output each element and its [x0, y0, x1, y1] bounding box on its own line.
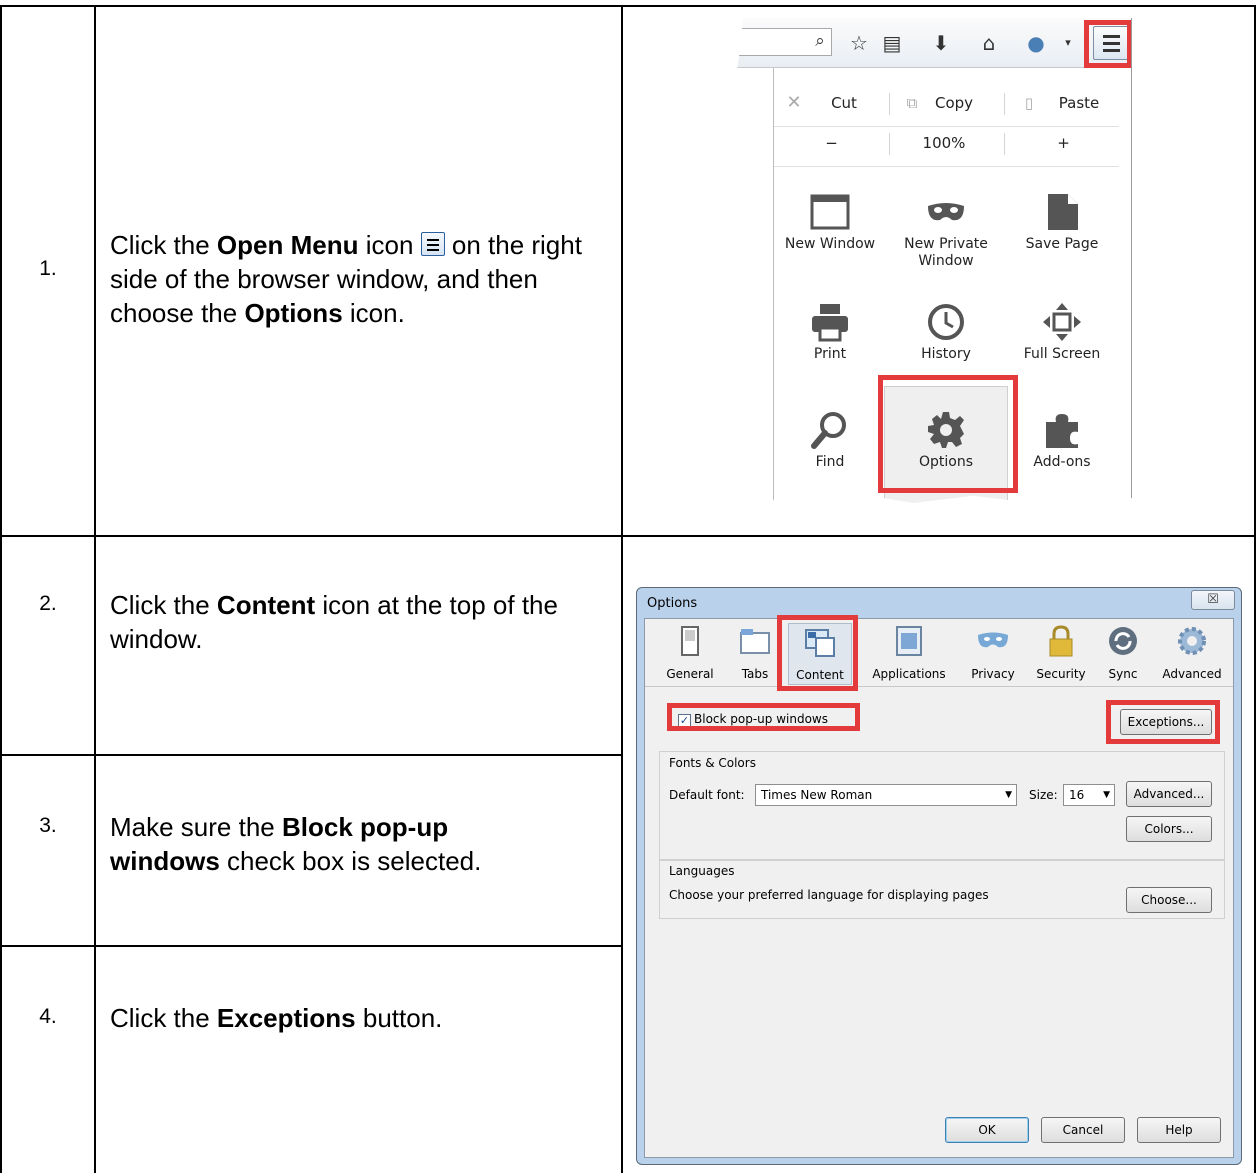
- menu-icon: [420, 232, 445, 256]
- firefox-menu-screenshot: ⌕ ☆ ▤ ⬇ ⌂ ● ▾ ✕ Cut ⧉ Copy ▯ Paste − 100…: [735, 18, 1132, 503]
- step-number: 4.: [39, 1005, 57, 1028]
- toolbar: ⌕ ☆ ▤ ⬇ ⌂ ● ▾: [735, 18, 1131, 68]
- print-button[interactable]: Print: [772, 296, 888, 396]
- close-button[interactable]: ☒: [1191, 590, 1235, 610]
- magnifier-icon: [811, 412, 846, 449]
- size-label: Size:: [1029, 788, 1058, 802]
- paste-button[interactable]: Paste: [1044, 83, 1114, 123]
- mask-icon: [928, 203, 964, 221]
- languages-description: Choose your preferred language for displ…: [669, 888, 989, 902]
- default-font-select[interactable]: Times New Roman ▼: [755, 784, 1017, 806]
- zoom-row: − 100% +: [774, 123, 1131, 163]
- options-highlight: [878, 375, 1018, 493]
- zoom-in-button[interactable]: +: [1036, 123, 1091, 163]
- open-menu-highlight: [1084, 20, 1131, 68]
- zoom-level[interactable]: 100%: [894, 123, 994, 163]
- pane-security[interactable]: Security: [1030, 623, 1092, 685]
- fonts-colors-title: Fonts & Colors: [669, 756, 756, 770]
- dropdown-arrow-icon: ▼: [1005, 790, 1012, 800]
- step-2-text: Click the Content icon at the top of the…: [110, 590, 558, 654]
- addon-toolbar-icon[interactable]: ●: [1023, 30, 1049, 56]
- table-border-top: [0, 5, 1256, 7]
- dropdown-arrow-icon: ▼: [1103, 790, 1110, 800]
- block-popups-highlight: [667, 703, 860, 731]
- cancel-button[interactable]: Cancel: [1041, 1117, 1125, 1143]
- dialog-content: General Tabs Content Applications Privac…: [644, 618, 1234, 1158]
- step-number: 2.: [39, 592, 57, 615]
- edit-row: ✕ Cut ⧉ Copy ▯ Paste: [774, 83, 1131, 123]
- table-row-divider-1: [0, 535, 1256, 537]
- dropdown-arrow-icon[interactable]: ▾: [1055, 30, 1081, 56]
- pane-sync[interactable]: Sync: [1100, 623, 1146, 685]
- step-number: 3.: [39, 814, 57, 837]
- tabs-icon: [740, 629, 770, 654]
- content-pane-highlight: [777, 615, 858, 691]
- save-page-button[interactable]: Save Page: [1004, 186, 1120, 286]
- help-button[interactable]: Help: [1137, 1117, 1221, 1143]
- add-ons-button[interactable]: Add-ons: [1004, 404, 1120, 503]
- zoom-out-button[interactable]: −: [804, 123, 859, 163]
- page-icon: [1048, 194, 1078, 230]
- dialog-title: Options: [647, 596, 698, 611]
- full-screen-button[interactable]: Full Screen: [1004, 296, 1120, 396]
- clock-icon: [928, 304, 964, 340]
- bookmarks-icon[interactable]: ▤: [879, 30, 905, 56]
- puzzle-icon: [1046, 414, 1078, 448]
- cut-button[interactable]: Cut: [814, 83, 874, 123]
- gear-icon: [1178, 627, 1206, 655]
- table-col-divider-1: [94, 5, 96, 1173]
- pane-privacy[interactable]: Privacy: [965, 623, 1021, 685]
- fullscreen-icon: [1043, 303, 1081, 341]
- options-label: Options: [244, 298, 343, 328]
- colors-button[interactable]: Colors...: [1126, 816, 1212, 842]
- lock-icon: [1049, 625, 1073, 657]
- switch-icon: [681, 626, 699, 656]
- open-menu-label: Open Menu: [216, 230, 359, 260]
- pane-general[interactable]: General: [665, 623, 715, 685]
- options-dialog-screenshot: Options ☒ General Tabs Content Applicati…: [636, 587, 1242, 1165]
- default-font-label: Default font:: [669, 788, 745, 802]
- choose-button[interactable]: Choose...: [1126, 887, 1212, 913]
- window-icon: [810, 194, 850, 230]
- size-select[interactable]: 16 ▼: [1063, 784, 1115, 806]
- step-4-text: Click the Exceptions button.: [110, 1003, 443, 1033]
- copy-button[interactable]: Copy: [924, 83, 984, 123]
- step-3-text: Make sure the Block pop-up windows check…: [110, 812, 482, 876]
- pane-applications[interactable]: Applications: [867, 623, 951, 685]
- step-1-text: Click the Open Menu icon on the right si…: [110, 230, 582, 328]
- table-row-divider-2: [0, 754, 623, 756]
- exceptions-highlight: [1106, 700, 1220, 744]
- advanced-button[interactable]: Advanced...: [1126, 781, 1212, 807]
- paste-icon[interactable]: ▯: [1009, 83, 1049, 123]
- applications-icon: [896, 626, 922, 656]
- star-icon[interactable]: ☆: [846, 30, 872, 56]
- table-col-divider-2: [621, 5, 623, 1173]
- cut-icon[interactable]: ✕: [774, 83, 814, 123]
- ok-button[interactable]: OK: [945, 1117, 1029, 1143]
- table-border-left: [0, 5, 2, 1173]
- mask-icon: [978, 632, 1008, 648]
- printer-icon: [812, 304, 848, 342]
- new-private-window-button[interactable]: New Private Window: [888, 186, 1004, 286]
- languages-title: Languages: [669, 864, 735, 878]
- pane-toolbar: General Tabs Content Applications Privac…: [645, 619, 1233, 687]
- step-number: 1.: [39, 257, 57, 280]
- pane-advanced[interactable]: Advanced: [1157, 623, 1227, 685]
- sync-icon: [1109, 627, 1137, 655]
- download-icon[interactable]: ⬇: [928, 30, 954, 56]
- search-icon[interactable]: ⌕: [807, 28, 833, 54]
- home-icon[interactable]: ⌂: [976, 30, 1002, 56]
- new-window-button[interactable]: New Window: [772, 186, 888, 286]
- find-button[interactable]: Find: [772, 404, 888, 503]
- pane-tabs[interactable]: Tabs: [735, 623, 775, 685]
- table-row-divider-3: [0, 945, 623, 947]
